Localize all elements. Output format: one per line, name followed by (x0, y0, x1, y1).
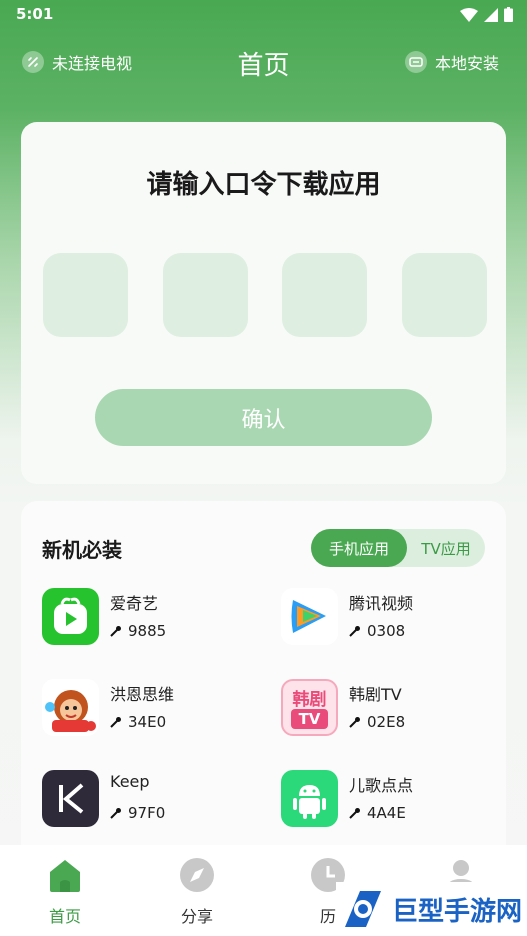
local-install-button[interactable]: 本地安装 (404, 50, 499, 74)
watermark: 巨型手游网 (336, 882, 527, 936)
code-digit-4[interactable] (402, 253, 487, 337)
section-title: 新机必装 (42, 538, 122, 562)
signal-icon (484, 7, 498, 22)
local-install-label: 本地安装 (434, 54, 499, 73)
compass-icon (180, 858, 214, 892)
status-time: 5:01 (16, 5, 54, 23)
hanju-icon-text-top: 韩剧 (292, 690, 327, 710)
confirm-button[interactable]: 确认 (95, 389, 432, 446)
app-name: 儿歌点点 (349, 776, 414, 795)
code-digit-3[interactable] (282, 253, 367, 337)
app-code-row: 0308 (349, 622, 405, 640)
app-item[interactable]: 腾讯视频 0308 (281, 588, 501, 648)
status-bar: 5:01 (0, 0, 527, 30)
home-icon (50, 860, 80, 892)
app-item[interactable]: 爱奇艺 9885 (42, 588, 262, 648)
key-icon (110, 626, 121, 637)
android-icon (281, 770, 338, 827)
key-icon (110, 717, 121, 728)
code-digit-1[interactable] (43, 253, 128, 337)
tab-tv-apps[interactable]: TV应用 (407, 529, 485, 567)
wifi-icon (460, 7, 478, 22)
app-code: 97F0 (128, 804, 166, 822)
app-item[interactable]: 洪恩思维 34E0 (42, 679, 262, 739)
app-code-row: 34E0 (110, 713, 166, 731)
hongen-icon (42, 679, 99, 736)
app-name: 洪恩思维 (110, 685, 175, 704)
tencent-video-icon (281, 588, 338, 645)
key-icon (110, 808, 121, 819)
app-name: 爱奇艺 (110, 594, 159, 613)
app-code-row: 97F0 (110, 804, 165, 822)
nav-share-label: 分享 (180, 907, 213, 926)
watermark-logo-icon (345, 891, 381, 927)
install-icon (404, 51, 427, 73)
app-item[interactable]: 韩剧 TV 韩剧TV 02E8 (281, 679, 501, 739)
recommend-card: 新机必装 手机应用 TV应用 爱奇艺 9885 腾讯视频 0308 洪恩思维 3… (21, 501, 506, 861)
hanju-tv-icon: 韩剧 TV (281, 679, 338, 736)
app-name: 腾讯视频 (349, 594, 414, 613)
app-name: Keep (110, 772, 150, 791)
key-icon (349, 717, 360, 728)
nav-share[interactable]: 分享 (157, 857, 237, 927)
app-code: 9885 (128, 622, 167, 640)
nav-home[interactable]: 首页 (25, 857, 105, 927)
app-code: 02E8 (367, 713, 406, 731)
hanju-icon-text-bottom: TV (291, 709, 328, 729)
code-entry-card: 请输入口令下载应用 确认 (21, 122, 506, 484)
app-type-toggle: 手机应用 TV应用 (311, 529, 485, 567)
status-icons (460, 7, 513, 22)
app-code-row: 4A4E (349, 804, 406, 822)
iqiyi-icon (42, 588, 99, 645)
app-code: 4A4E (367, 804, 406, 822)
watermark-text: 巨型手游网 (392, 896, 523, 927)
nav-home-label: 首页 (48, 907, 81, 926)
code-entry-heading: 请输入口令下载应用 (146, 170, 381, 200)
tab-phone-apps[interactable]: 手机应用 (311, 529, 407, 567)
app-code: 34E0 (128, 713, 167, 731)
key-icon (349, 808, 360, 819)
app-code-row: 02E8 (349, 713, 405, 731)
app-item[interactable]: Keep 97F0 (42, 770, 262, 830)
top-bar: 未连接电视 首页 本地安装 (0, 40, 527, 88)
app-code-row: 9885 (110, 622, 166, 640)
keep-icon (42, 770, 99, 827)
key-icon (349, 626, 360, 637)
code-digit-2[interactable] (163, 253, 248, 337)
app-name: 韩剧TV (349, 685, 402, 704)
app-code: 0308 (367, 622, 406, 640)
battery-icon (504, 7, 513, 22)
app-item[interactable]: 儿歌点点 4A4E (281, 770, 501, 830)
